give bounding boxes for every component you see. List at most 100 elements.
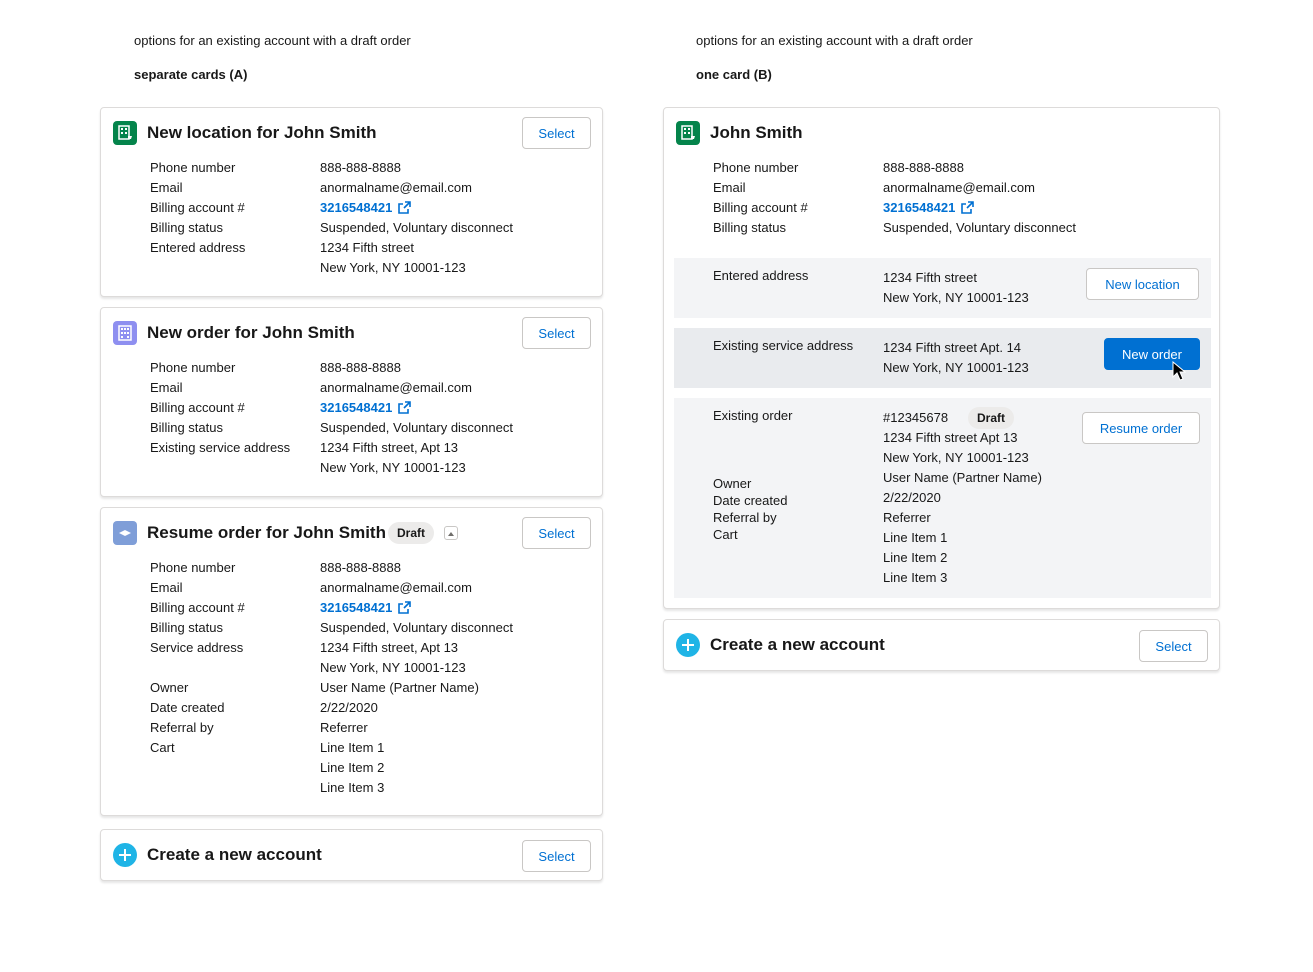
field-value: New York, NY 10001-123: [883, 290, 1029, 305]
field-label: Owner: [713, 476, 752, 491]
billing-account-number[interactable]: 3216548421: [883, 200, 955, 215]
field-value: Suspended, Voluntary disconnect: [320, 620, 513, 635]
field-label: Billing status: [713, 220, 786, 235]
field-value: New York, NY 10001-123: [883, 450, 1029, 465]
field-value: Line Item 1: [320, 740, 385, 755]
field-label: Billing status: [150, 620, 223, 635]
external-link-icon[interactable]: [392, 200, 412, 215]
cursor-icon: [1172, 360, 1187, 386]
select-button[interactable]: Select: [522, 117, 591, 149]
field-value: New York, NY 10001-123: [320, 260, 466, 275]
field-value: Line Item 1: [883, 530, 948, 545]
field-value: anormalname@email.com: [883, 180, 1035, 195]
create-account-card: Create a new account Select: [663, 619, 1220, 671]
right-caption: options for an existing account with a d…: [696, 33, 973, 48]
field-label: Service address: [150, 640, 244, 655]
left-subcaption: separate cards (A): [134, 67, 248, 82]
billing-account-link[interactable]: 3216548421: [320, 200, 412, 215]
field-value: 1234 Fifth street Apt. 14: [883, 340, 1022, 355]
field-label: Referral by: [150, 720, 214, 735]
field-value: Line Item 2: [320, 760, 385, 775]
draft-badge: Draft: [388, 522, 434, 544]
field-label: Email: [150, 180, 183, 195]
new-location-card: New location for John Smith Select Phone…: [100, 107, 603, 297]
order-icon: [113, 521, 137, 545]
billing-account-number[interactable]: 3216548421: [320, 600, 392, 615]
entered-address-section: Entered address 1234 Fifth street New Yo…: [674, 258, 1211, 318]
field-value: anormalname@email.com: [320, 180, 472, 195]
billing-account-link[interactable]: 3216548421: [320, 600, 412, 615]
field-value: Suspended, Voluntary disconnect: [883, 220, 1076, 235]
field-value: Line Item 3: [320, 780, 385, 795]
field-value: User Name (Partner Name): [883, 470, 1042, 485]
field-value: 1234 Fifth street, Apt 13: [320, 640, 459, 655]
field-value: 2/22/2020: [883, 490, 941, 505]
field-label: Existing order: [713, 408, 793, 423]
field-value: Line Item 2: [883, 550, 948, 565]
select-button[interactable]: Select: [1139, 630, 1208, 662]
field-value: User Name (Partner Name): [320, 680, 479, 695]
field-value: 888-888-8888: [883, 160, 964, 175]
field-label: Existing service address: [713, 338, 854, 353]
field-label: Referral by: [713, 510, 777, 525]
field-label: Entered address: [150, 240, 246, 255]
select-button[interactable]: Select: [522, 517, 591, 549]
field-value: 888-888-8888: [320, 560, 401, 575]
field-value: anormalname@email.com: [320, 380, 472, 395]
field-value: anormalname@email.com: [320, 580, 472, 595]
field-value: 888-888-8888: [320, 360, 401, 375]
field-label: Billing status: [150, 220, 223, 235]
field-label: Email: [150, 580, 183, 595]
chevron-up-icon[interactable]: [444, 526, 458, 540]
new-order-card: New order for John Smith Select Phone nu…: [100, 307, 603, 497]
field-value: Referrer: [320, 720, 368, 735]
field-label: Billing account #: [150, 600, 245, 615]
card-title: Resume order for John Smith: [147, 523, 386, 542]
resume-order-button[interactable]: Resume order: [1082, 412, 1200, 444]
field-label: Cart: [713, 527, 738, 542]
building-cart-icon: [676, 121, 700, 145]
right-subcaption: one card (B): [696, 67, 772, 82]
field-label: Billing account #: [150, 200, 245, 215]
field-label: Billing status: [150, 420, 223, 435]
existing-order-section: Existing order #12345678 Draft 1234 Fift…: [674, 398, 1211, 598]
field-value: 1234 Fifth street Apt 13: [883, 430, 1018, 445]
account-card: John Smith Entered address 1234 Fifth st…: [663, 107, 1220, 609]
existing-service-section: Existing service address 1234 Fifth stre…: [674, 328, 1211, 388]
field-label: Phone number: [713, 160, 799, 175]
card-title: New order for John Smith: [147, 323, 355, 342]
field-label: Email: [713, 180, 746, 195]
field-value: 888-888-8888: [320, 160, 401, 175]
external-link-icon[interactable]: [392, 400, 412, 415]
card-title: New location for John Smith: [147, 123, 377, 142]
field-value: New York, NY 10001-123: [320, 460, 466, 475]
select-button[interactable]: Select: [522, 317, 591, 349]
field-label: Date created: [150, 700, 225, 715]
card-title: Create a new account: [710, 635, 885, 654]
field-value: 1234 Fifth street: [320, 240, 414, 255]
field-value: New York, NY 10001-123: [883, 360, 1029, 375]
external-link-icon[interactable]: [955, 200, 975, 215]
left-caption: options for an existing account with a d…: [134, 33, 411, 48]
field-label: Owner: [150, 680, 189, 695]
field-label: Date created: [713, 493, 788, 508]
billing-account-link[interactable]: 3216548421: [883, 200, 975, 215]
field-label: Billing account #: [713, 200, 808, 215]
billing-account-number[interactable]: 3216548421: [320, 200, 392, 215]
field-value: Line Item 3: [883, 570, 948, 585]
building-grid-icon: [113, 321, 137, 345]
add-icon: [676, 633, 700, 657]
field-value: Referrer: [883, 510, 931, 525]
order-number: #12345678: [883, 410, 949, 425]
field-label: Entered address: [713, 268, 809, 283]
field-label: Billing account #: [150, 400, 245, 415]
field-value: 2/22/2020: [320, 700, 378, 715]
select-button[interactable]: Select: [522, 840, 591, 872]
card-title: Create a new account: [147, 845, 322, 864]
billing-account-link[interactable]: 3216548421: [320, 400, 412, 415]
billing-account-number[interactable]: 3216548421: [320, 400, 392, 415]
new-location-button[interactable]: New location: [1086, 268, 1199, 300]
draft-badge: Draft: [968, 407, 1014, 429]
external-link-icon[interactable]: [392, 600, 412, 615]
field-value: 1234 Fifth street, Apt 13: [320, 440, 459, 455]
